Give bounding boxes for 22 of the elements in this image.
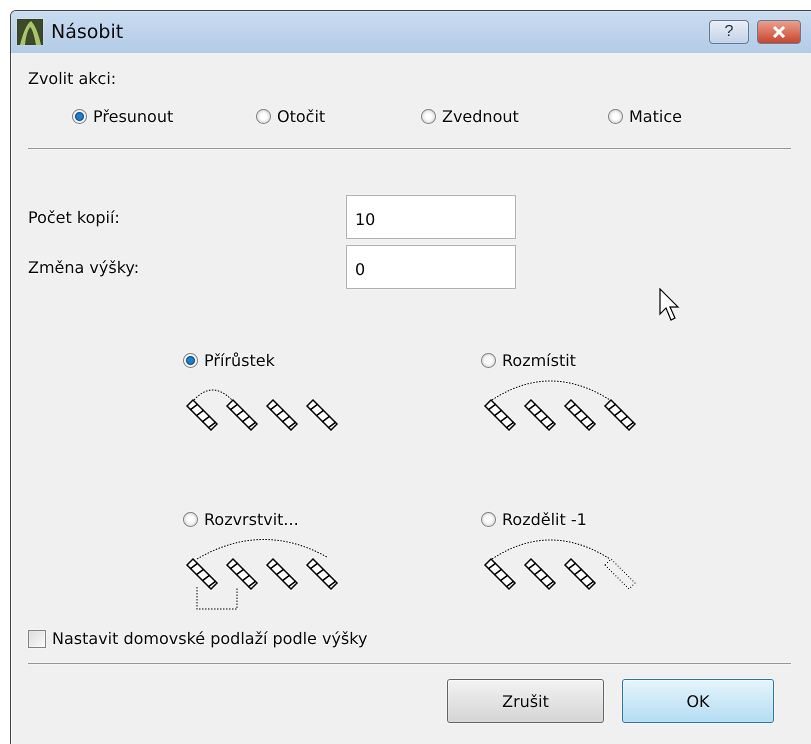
method-radio[interactable]: Rozvrstvit... xyxy=(183,510,343,529)
mouse-cursor-icon xyxy=(659,288,681,322)
window-title: Násobit xyxy=(51,21,124,43)
action-radio[interactable]: Matice xyxy=(608,107,728,126)
help-button[interactable]: ? xyxy=(709,20,749,44)
action-radio[interactable]: Zvednout xyxy=(421,107,608,126)
method-radio[interactable]: Rozmístit xyxy=(481,351,641,370)
close-button[interactable] xyxy=(757,20,801,44)
action-label: Zvolit akci: xyxy=(28,69,118,88)
action-radio[interactable]: Přesunout xyxy=(72,107,256,126)
method-radio[interactable]: Rozdělit -1 xyxy=(481,510,641,529)
method-radio[interactable]: Přírůstek xyxy=(183,351,343,370)
action-radio[interactable]: Otočit xyxy=(256,107,421,126)
input-field[interactable]: 0 xyxy=(346,245,516,289)
field-label: Počet kopií: xyxy=(28,208,121,226)
field-label: Změna výšky: xyxy=(28,258,140,276)
cancel-button[interactable]: Zrušit xyxy=(447,679,604,723)
ok-button[interactable]: OK xyxy=(622,679,774,723)
app-logo-icon xyxy=(17,19,43,45)
input-field[interactable]: 10 xyxy=(346,195,516,239)
home-story-checkbox[interactable]: Nastavit domovské podlaží podle výšky xyxy=(28,629,458,648)
close-icon xyxy=(771,26,787,38)
